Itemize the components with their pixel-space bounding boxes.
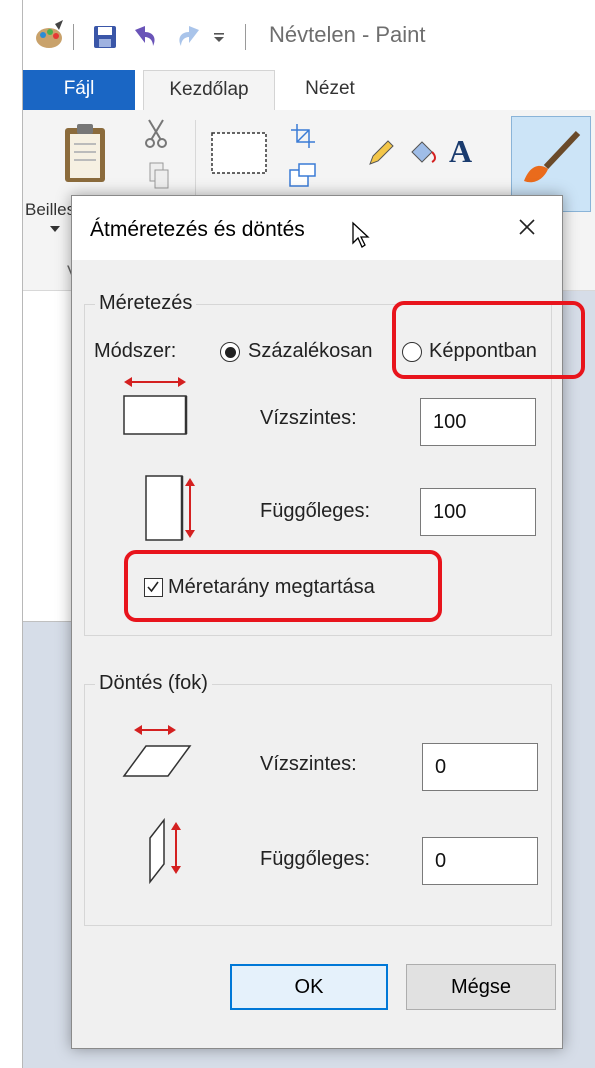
cancel-button[interactable]: Mégse (406, 964, 556, 1010)
resize-vertical-label: Függőleges: (260, 500, 371, 522)
resize-horizontal-label: Vízszintes: (260, 407, 357, 429)
paste-icon[interactable] (63, 122, 107, 184)
horizontal-resize-icon (123, 377, 188, 435)
skew-vertical-input[interactable]: 0 (422, 837, 538, 885)
fill-icon[interactable] (408, 136, 438, 166)
highlight-keep-ratio (124, 550, 442, 622)
undo-icon[interactable] (131, 24, 159, 50)
divider (73, 24, 74, 50)
chevron-down-icon[interactable] (50, 226, 60, 234)
percent-option-label[interactable]: Százalékosan (248, 340, 373, 363)
paste-label[interactable]: Beilles (25, 200, 75, 220)
ribbon-tabs: Fájl Kezdőlap Nézet (23, 70, 595, 111)
horizontal-skew-icon (122, 725, 192, 777)
resize-icon[interactable] (289, 162, 319, 188)
title-bar: Névtelen - Paint (23, 0, 595, 70)
vertical-skew-icon (149, 817, 181, 885)
crop-icon[interactable] (291, 124, 315, 148)
mouse-cursor-icon (352, 221, 370, 248)
resize-horizontal-input[interactable]: 100 (420, 398, 536, 446)
pencil-icon[interactable] (368, 138, 396, 166)
select-icon[interactable] (211, 132, 267, 174)
skew-group: Döntés (fok) (84, 672, 552, 926)
skew-vertical-label: Függőleges: (260, 848, 371, 870)
dialog-title: Átméretezés és döntés (90, 218, 305, 241)
resize-vertical-input[interactable]: 100 (420, 488, 536, 536)
percent-radio[interactable] (220, 342, 240, 362)
copy-icon[interactable] (149, 162, 169, 190)
tab-home[interactable]: Kezdőlap (143, 70, 275, 111)
paint-app-icon (36, 20, 63, 48)
skew-horizontal-input[interactable]: 0 (422, 743, 538, 791)
ok-button[interactable]: OK (230, 964, 388, 1010)
svg-text:A: A (449, 133, 472, 169)
text-icon[interactable]: A (447, 133, 475, 169)
divider (245, 24, 246, 50)
tab-view[interactable]: Nézet (285, 70, 375, 110)
customize-quick-access-icon[interactable] (211, 30, 227, 46)
highlight-pixels-option (392, 301, 585, 379)
dialog-title-bar: Átméretezés és döntés (72, 196, 562, 260)
vertical-resize-icon (145, 475, 195, 541)
skew-group-title: Döntés (fok) (95, 672, 212, 695)
close-button[interactable] (510, 210, 544, 244)
skew-horizontal-label: Vízszintes: (260, 753, 357, 775)
close-icon (519, 219, 535, 235)
brush-icon (524, 130, 581, 183)
cut-icon[interactable] (145, 118, 167, 148)
method-label: Módszer: (94, 340, 177, 362)
resize-group-title: Méretezés (95, 292, 197, 315)
redo-icon[interactable] (175, 24, 203, 50)
save-icon[interactable] (93, 25, 117, 49)
window-title: Névtelen - Paint (269, 22, 426, 47)
tab-file[interactable]: Fájl (23, 70, 135, 110)
